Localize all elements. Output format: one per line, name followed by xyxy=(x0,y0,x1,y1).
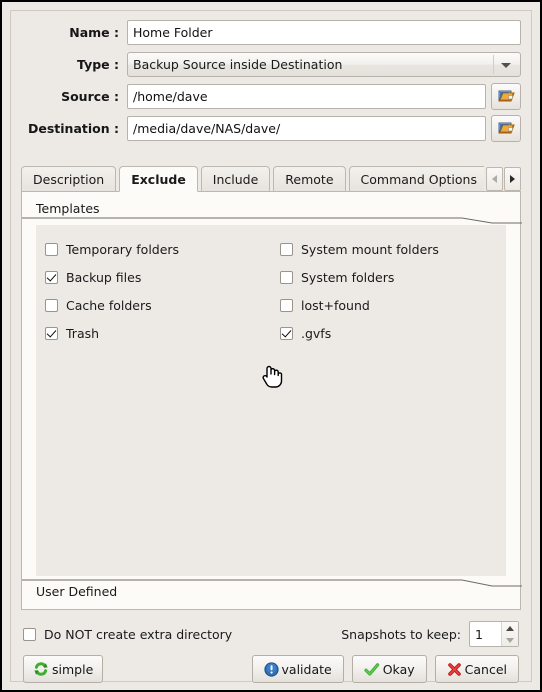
check-icon xyxy=(364,662,380,677)
dialog-button-row: simple validate Okay Cancel xyxy=(23,654,519,684)
templates-title: Templates xyxy=(36,201,100,216)
okay-button[interactable]: Okay xyxy=(351,655,427,683)
stepper-buttons[interactable] xyxy=(501,622,518,646)
type-select-value: Backup Source inside Destination xyxy=(133,57,343,72)
checkbox-box[interactable] xyxy=(45,270,58,284)
destination-input[interactable]: /media/dave/NAS/dave/ xyxy=(127,116,486,141)
checkbox-cache-folders[interactable]: Cache folders xyxy=(36,291,271,319)
destination-row: Destination : /media/dave/NAS/dave/ xyxy=(21,115,521,142)
checkbox-temporary-folders[interactable]: Temporary folders xyxy=(36,235,271,263)
cancel-label: Cancel xyxy=(464,661,507,677)
checkbox-system-folders[interactable]: System folders xyxy=(271,263,506,291)
backup-profile-dialog: Name : Home Folder Type : Backup Source … xyxy=(2,2,540,690)
type-select[interactable]: Backup Source inside Destination xyxy=(127,52,521,77)
checkbox-box[interactable] xyxy=(45,242,58,256)
templates-checkbox-area: Temporary folders Backup files Cache fol… xyxy=(36,225,506,576)
tab-list: Description Exclude Include Remote Comma… xyxy=(21,166,484,192)
name-row: Name : Home Folder xyxy=(21,19,521,46)
checkbox-box[interactable] xyxy=(280,270,293,284)
checkbox-lost-found[interactable]: lost+found xyxy=(271,291,506,319)
checkbox-gvfs[interactable]: .gvfs xyxy=(271,319,506,347)
exclude-tab-panel: Templates Temporary folders Backup files xyxy=(21,191,522,610)
dialog-inner-frame: Name : Home Folder Type : Backup Source … xyxy=(10,10,532,684)
user-defined-section-header: User Defined xyxy=(22,579,522,609)
tab-exclude[interactable]: Exclude xyxy=(119,166,198,192)
destination-browse-button[interactable] xyxy=(491,115,521,142)
checkbox-label: Trash xyxy=(66,325,100,341)
tab-bar: Description Exclude Include Remote Comma… xyxy=(21,166,521,192)
checkbox-box[interactable] xyxy=(23,627,36,641)
checkbox-label: lost+found xyxy=(301,297,370,313)
type-row: Type : Backup Source inside Destination xyxy=(21,51,521,78)
templates-left-column: Temporary folders Backup files Cache fol… xyxy=(36,235,271,347)
validate-button[interactable]: validate xyxy=(251,655,344,683)
cancel-button[interactable]: Cancel xyxy=(434,655,519,683)
tab-include[interactable]: Include xyxy=(200,166,271,192)
tab-description[interactable]: Description xyxy=(21,166,117,192)
snapshots-to-keep-stepper[interactable]: 1 xyxy=(469,621,519,647)
checkbox-backup-files[interactable]: Backup files xyxy=(36,263,271,291)
tab-scroll-left-button[interactable] xyxy=(486,167,503,191)
templates-section-header: Templates xyxy=(22,196,522,224)
combo-separator xyxy=(493,55,494,74)
destination-label: Destination : xyxy=(28,121,119,136)
tab-command-options[interactable]: Command Options xyxy=(348,166,484,192)
chevron-down-icon xyxy=(501,62,511,68)
simple-mode-label: simple xyxy=(52,661,94,677)
profile-form: Name : Home Folder Type : Backup Source … xyxy=(21,19,521,147)
triangle-left-icon xyxy=(492,175,497,183)
tab-scroll-controls xyxy=(485,167,521,191)
checkbox-box[interactable] xyxy=(280,242,293,256)
snapshots-to-keep-group: Snapshots to keep: 1 xyxy=(341,621,519,647)
checkbox-box[interactable] xyxy=(45,326,58,340)
hand-pointer-cursor xyxy=(261,363,283,389)
validate-label: validate xyxy=(281,661,332,677)
checkbox-system-mount-folders[interactable]: System mount folders xyxy=(271,235,506,263)
tab-scroll-right-button[interactable] xyxy=(504,167,521,191)
okay-label: Okay xyxy=(382,661,415,677)
checkbox-label: Cache folders xyxy=(66,297,152,313)
stepper-up-icon[interactable] xyxy=(506,625,514,631)
checkbox-label: Do NOT create extra directory xyxy=(44,626,233,642)
triangle-right-icon xyxy=(510,175,515,183)
checkbox-label: Backup files xyxy=(66,269,142,285)
recycle-icon xyxy=(33,661,49,677)
stepper-down-icon[interactable] xyxy=(506,637,514,643)
source-row: Source : /home/dave xyxy=(21,83,521,110)
snapshots-to-keep-value: 1 xyxy=(475,626,483,642)
source-label: Source : xyxy=(61,89,119,104)
checkbox-do-not-create-extra-directory[interactable]: Do NOT create extra directory xyxy=(23,627,232,642)
type-label: Type : xyxy=(77,57,119,72)
source-browse-button[interactable] xyxy=(491,83,521,110)
checkbox-label: System mount folders xyxy=(301,241,439,257)
checkbox-box[interactable] xyxy=(45,298,58,312)
checkbox-box[interactable] xyxy=(280,298,293,312)
name-input[interactable]: Home Folder xyxy=(127,20,521,45)
checkbox-trash[interactable]: Trash xyxy=(36,319,271,347)
folder-open-icon xyxy=(497,120,515,138)
checkbox-label: .gvfs xyxy=(301,325,332,341)
checkbox-box[interactable] xyxy=(280,326,293,340)
simple-mode-button[interactable]: simple xyxy=(23,655,104,683)
templates-checkbox-grid: Temporary folders Backup files Cache fol… xyxy=(36,235,506,347)
source-input[interactable]: /home/dave xyxy=(127,84,486,109)
templates-right-column: System mount folders System folders lost… xyxy=(271,235,506,347)
snapshots-to-keep-label: Snapshots to keep: xyxy=(341,626,461,642)
tab-remote[interactable]: Remote xyxy=(273,166,346,192)
user-defined-title: User Defined xyxy=(36,584,118,599)
info-exclamation-icon xyxy=(263,661,279,677)
checkbox-label: Temporary folders xyxy=(66,241,180,257)
folder-open-icon xyxy=(497,88,515,106)
name-label: Name : xyxy=(69,25,119,40)
checkbox-label: System folders xyxy=(301,269,395,285)
x-icon xyxy=(447,662,462,677)
bottom-options-row: Do NOT create extra directory Snapshots … xyxy=(23,619,519,649)
